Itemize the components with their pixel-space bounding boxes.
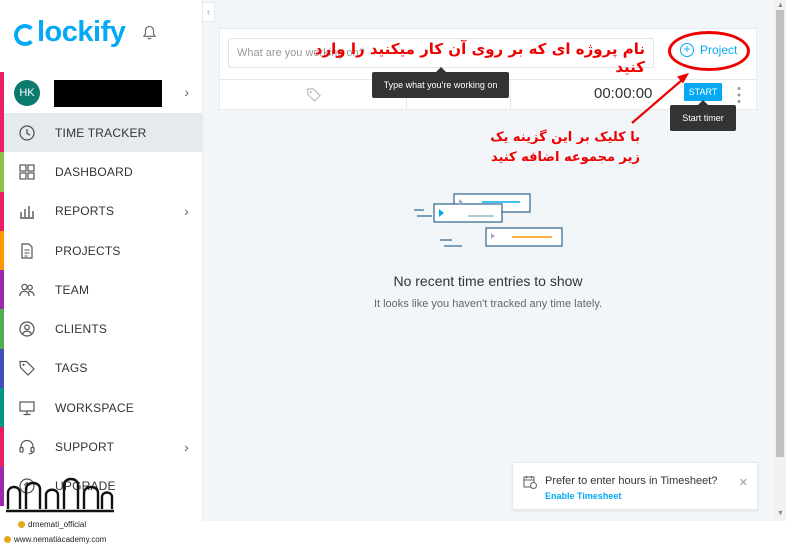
clockify-logo[interactable]: lockify: [14, 16, 126, 49]
sidebar-item-support[interactable]: SUPPORT ›: [0, 427, 203, 467]
timer-display: 00:00:00: [594, 85, 653, 102]
sidebar-item-label: TIME TRACKER: [55, 125, 147, 140]
dashboard-icon: [19, 164, 35, 180]
sidebar-collapse-button[interactable]: ‹: [203, 2, 215, 22]
annotation-line: زیر مجموعه اضافه کنید: [490, 150, 640, 165]
sidebar-item-label: SUPPORT: [55, 440, 115, 455]
nav-color-bar: [0, 230, 4, 271]
support-icon: [19, 439, 35, 455]
enable-timesheet-link[interactable]: Enable Timesheet: [545, 491, 621, 501]
scroll-down-icon[interactable]: ▼: [777, 510, 784, 517]
clock-logo-icon: [14, 23, 36, 46]
annotation-ellipse: [668, 31, 750, 71]
logo-text: lockify: [37, 16, 126, 48]
sidebar-item-clients[interactable]: CLIENTS: [0, 309, 203, 349]
app-root: lockify HK › TIME TRACKER DASHBOARD REPO…: [0, 0, 786, 549]
sidebar: lockify HK › TIME TRACKER DASHBOARD REPO…: [0, 0, 203, 521]
sidebar-item-tags[interactable]: TAGS: [0, 348, 203, 389]
nav-color-bar: [0, 113, 4, 153]
scroll-up-icon[interactable]: ▲: [777, 2, 784, 9]
more-options-icon[interactable]: [737, 86, 741, 104]
team-icon: [19, 283, 35, 296]
clock-icon: [19, 124, 35, 141]
nav-color-bar: [0, 309, 4, 349]
close-icon[interactable]: ✕: [739, 476, 748, 489]
projects-icon: [21, 242, 33, 259]
chevron-right-icon: ›: [184, 439, 189, 456]
divider: [510, 80, 511, 110]
sidebar-item-team[interactable]: TEAM: [0, 270, 203, 310]
tag-icon[interactable]: [306, 87, 322, 103]
instagram-text: drnemati_official: [28, 520, 87, 529]
instagram-icon: [18, 521, 25, 528]
nav-color-bar: [0, 388, 4, 428]
bell-icon[interactable]: [142, 25, 157, 41]
workspace-switcher[interactable]: HK ›: [0, 72, 203, 114]
globe-icon: [4, 536, 11, 543]
nav-color-bar: [0, 427, 4, 467]
empty-state-title: No recent time entries to show: [393, 273, 583, 289]
timesheet-icon: [523, 476, 537, 489]
reports-icon: [20, 206, 34, 219]
chevron-right-icon: ›: [184, 84, 189, 100]
chevron-left-icon: ‹: [206, 6, 211, 18]
empty-state-illustration: [414, 193, 563, 247]
nav-color-bar: [0, 191, 4, 231]
empty-state-subtitle: It looks like you haven't tracked any ti…: [373, 298, 603, 310]
clients-icon: [19, 321, 35, 337]
tag-icon: [19, 361, 35, 377]
annotation-top: نام پروژه ای که بر روی آن کار میکنید را …: [314, 40, 645, 76]
nav-color-bar: [0, 152, 4, 192]
sidebar-item-label: TAGS: [55, 361, 88, 376]
start-button[interactable]: START: [684, 83, 722, 101]
start-timer-tooltip: Start timer: [670, 100, 736, 131]
annotation-side: با کلیک بر این گزینه یک زیر مجموعه اضافه…: [470, 128, 640, 168]
instagram-handle: drnemati_official: [18, 520, 86, 529]
workspace-name-redacted: [54, 79, 162, 107]
sidebar-item-label: DASHBOARD: [55, 164, 133, 179]
workspace-icon: [19, 401, 35, 415]
sidebar-item-reports[interactable]: REPORTS ›: [0, 191, 203, 231]
website-url: www.nematiacademy.com: [4, 535, 106, 544]
chevron-right-icon: ›: [184, 203, 189, 220]
sidebar-item-label: PROJECTS: [55, 243, 121, 258]
timesheet-notification: Prefer to enter hours in Timesheet? Enab…: [512, 462, 758, 510]
sidebar-item-time-tracker[interactable]: TIME TRACKER: [0, 113, 203, 153]
scrollbar[interactable]: ▲ ▼: [774, 0, 786, 521]
sidebar-item-label: TEAM: [55, 282, 90, 297]
sidebar-item-label: CLIENTS: [55, 322, 108, 337]
nav-color-bar: [0, 270, 4, 310]
sidebar-nav: TIME TRACKER DASHBOARD REPORTS › PROJECT…: [0, 113, 203, 506]
sidebar-item-projects[interactable]: PROJECTS: [0, 230, 203, 271]
scrollbar-thumb[interactable]: [776, 10, 784, 457]
sidebar-item-workspace[interactable]: WORKSPACE: [0, 388, 203, 428]
sidebar-item-dashboard[interactable]: DASHBOARD: [0, 152, 203, 192]
nav-color-bar: [0, 348, 4, 389]
sidebar-item-label: REPORTS: [55, 204, 115, 219]
watermark-footer: [0, 521, 786, 549]
notification-text: Prefer to enter hours in Timesheet?: [545, 475, 718, 487]
website-text: www.nematiacademy.com: [14, 535, 107, 544]
sidebar-item-label: WORKSPACE: [55, 400, 134, 415]
academy-logo-watermark: [6, 477, 114, 513]
annotation-line: با کلیک بر این گزینه یک: [490, 130, 640, 145]
avatar: HK: [14, 80, 40, 106]
